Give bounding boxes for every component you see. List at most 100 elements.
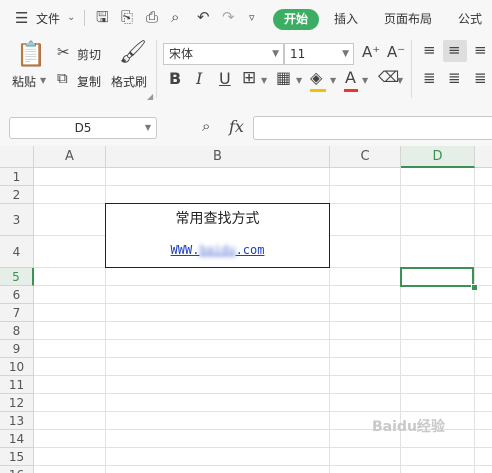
chevron-down-icon[interactable]: ▼ <box>330 77 336 85</box>
dialog-launcher-icon[interactable]: ◢ <box>147 93 153 101</box>
gridline <box>34 411 492 412</box>
menu-icon[interactable]: ☰ <box>15 11 28 26</box>
gridline <box>34 393 492 394</box>
row-header[interactable]: 7 <box>0 304 34 322</box>
align-middle-icon: ≡ <box>448 41 461 59</box>
paste-icon[interactable]: 📋 <box>16 42 46 66</box>
chevron-down-icon[interactable]: ▼ <box>397 77 403 85</box>
row-header[interactable]: 5 <box>0 268 34 286</box>
fx-icon[interactable]: fx <box>229 119 244 135</box>
font-color-icon[interactable]: A <box>345 70 356 86</box>
divider <box>411 40 412 98</box>
column-header-c[interactable]: C <box>330 146 401 168</box>
tab-home[interactable]: 开始 <box>273 9 319 30</box>
row-header[interactable]: 10 <box>0 358 34 376</box>
cell-b3-text: 常用查找方式 <box>175 211 260 227</box>
font-size-select[interactable]: 11 ▼ <box>284 43 354 65</box>
column-header-e[interactable] <box>475 146 492 168</box>
gridline <box>34 321 492 322</box>
chevron-down-icon[interactable]: ▼ <box>362 77 368 85</box>
row-header[interactable]: 6 <box>0 286 34 304</box>
paste-dropdown-icon[interactable]: ▼ <box>40 77 46 85</box>
cell-b4-link[interactable]: WWW.baidu.com <box>171 243 265 257</box>
align-top-icon[interactable]: ≡ <box>423 43 436 58</box>
font-decrease-icon[interactable]: A⁻ <box>387 45 405 60</box>
fill-handle[interactable] <box>471 284 478 291</box>
row-header[interactable]: 15 <box>0 448 34 466</box>
align-right-icon[interactable]: ≣ <box>474 71 487 86</box>
gridline <box>34 185 492 186</box>
row-header[interactable]: 12 <box>0 394 34 412</box>
chevron-down-icon: ▼ <box>272 49 279 59</box>
link-suffix: .com <box>235 243 265 257</box>
cell-b4[interactable]: WWW.baidu.com <box>105 235 330 268</box>
row-header[interactable]: 2 <box>0 186 34 204</box>
name-box[interactable]: D5 ▼ <box>9 117 157 139</box>
align-center-icon[interactable]: ≣ <box>448 71 461 86</box>
link-blurred: baidu <box>199 243 236 257</box>
fill-color-icon[interactable]: ◈ <box>310 70 322 86</box>
gridline <box>34 339 492 340</box>
zoom-icon[interactable]: ⌕ <box>202 119 210 134</box>
formula-input[interactable] <box>253 116 492 140</box>
underline-button[interactable]: U <box>219 71 231 87</box>
row-header[interactable]: 16 <box>0 466 34 473</box>
merge-icon[interactable]: ▦ <box>276 70 291 86</box>
border-icon[interactable]: ⊞ <box>242 70 256 87</box>
chevron-down-icon[interactable]: ⌄ <box>67 13 75 23</box>
font-name-select[interactable]: 宋体 ▼ <box>163 43 284 65</box>
row-header[interactable]: 13 <box>0 412 34 430</box>
save-icon[interactable]: 🖫 <box>96 10 109 25</box>
divider <box>84 10 85 26</box>
chevron-down-icon[interactable]: ▼ <box>296 77 302 85</box>
redo-icon[interactable]: ↷ <box>222 10 235 25</box>
customize-icon[interactable]: ▿ <box>249 12 255 23</box>
export-icon[interactable]: ⎘ <box>121 10 133 25</box>
bold-button[interactable]: B <box>169 71 181 87</box>
row-header[interactable]: 14 <box>0 430 34 448</box>
row-header[interactable]: 1 <box>0 168 34 186</box>
format-painter-icon[interactable]: 🖌 <box>119 42 147 64</box>
name-box-value: D5 <box>74 121 92 135</box>
gridline <box>34 303 492 304</box>
tab-formulas[interactable]: 公式 <box>458 10 482 27</box>
menu-bar: ☰ 文件 ⌄ 🖫 ⎘ ⎙ ⌕ ↶ ↷ ▿ 开始 插入 页面布局 公式 <box>0 0 492 36</box>
file-menu[interactable]: 文件 <box>36 10 60 27</box>
font-size-value: 11 <box>290 47 306 61</box>
active-cell-d5[interactable] <box>400 267 474 287</box>
column-header-b[interactable]: B <box>106 146 330 168</box>
copy-icon[interactable]: ⧉ <box>57 71 68 86</box>
row-header[interactable]: 11 <box>0 376 34 394</box>
gridline <box>34 375 492 376</box>
row-header[interactable]: 8 <box>0 322 34 340</box>
gridline <box>34 357 492 358</box>
italic-button[interactable]: I <box>196 71 202 87</box>
row-header[interactable]: 9 <box>0 340 34 358</box>
cut-icon[interactable]: ✂ <box>57 45 70 60</box>
chevron-down-icon[interactable]: ▼ <box>261 77 267 85</box>
tab-insert[interactable]: 插入 <box>334 10 358 27</box>
row-header[interactable]: 3 <box>0 204 34 236</box>
undo-icon[interactable]: ↶ <box>197 10 210 25</box>
align-left-icon[interactable]: ≣ <box>423 71 436 86</box>
format-painter-button[interactable]: 格式刷 <box>111 73 147 90</box>
row-header[interactable]: 4 <box>0 236 34 268</box>
chevron-down-icon: ▼ <box>342 49 349 59</box>
divider <box>156 40 157 98</box>
font-color-swatch <box>344 89 358 92</box>
cell-b3[interactable]: 常用查找方式 <box>105 203 330 236</box>
column-header-a[interactable]: A <box>34 146 106 168</box>
column-header-d[interactable]: D <box>401 146 475 168</box>
gridline <box>34 465 492 466</box>
preview-icon[interactable]: ⌕ <box>171 10 179 25</box>
cut-button[interactable]: 剪切 <box>77 46 101 63</box>
print-icon[interactable]: ⎙ <box>146 10 158 25</box>
tab-page-layout[interactable]: 页面布局 <box>384 10 432 27</box>
watermark: Baidu经验 <box>372 419 445 435</box>
select-all-corner[interactable] <box>0 146 34 168</box>
font-increase-icon[interactable]: A⁺ <box>362 45 380 60</box>
paste-button[interactable]: 粘贴 <box>12 73 36 90</box>
fill-color-swatch <box>310 89 326 92</box>
align-bottom-icon[interactable]: ≡ <box>474 43 487 58</box>
copy-button[interactable]: 复制 <box>77 73 101 90</box>
